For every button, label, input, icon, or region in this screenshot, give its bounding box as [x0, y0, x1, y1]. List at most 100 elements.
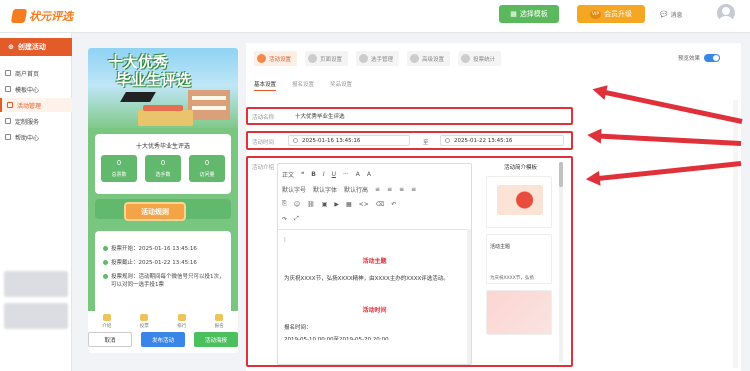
- building-graphic: [188, 90, 230, 120]
- step-tabs: 活动设置 页面设置 选手管理 高级设置 投票统计: [254, 51, 502, 66]
- activity-name-input[interactable]: 十大优秀毕业生评选: [291, 110, 566, 121]
- video-icon[interactable]: ▶: [334, 201, 339, 208]
- text-cursor: |: [284, 237, 286, 243]
- bullet-list-icon[interactable]: ≡: [375, 186, 380, 193]
- more-icon[interactable]: ···: [343, 171, 349, 178]
- code-icon[interactable]: <>: [359, 201, 369, 208]
- end-time-input[interactable]: 2025-01-22 13:45:16: [440, 135, 564, 146]
- align-icon[interactable]: ≡: [411, 186, 416, 193]
- template-card[interactable]: 活动主题 为庆祝XXXX节，弘扬: [486, 234, 552, 284]
- image-icon[interactable]: ▣: [322, 201, 328, 208]
- template-card[interactable]: [486, 176, 552, 228]
- logo[interactable]: 状元评选: [10, 8, 73, 24]
- template-panel-title: 活动简介模板: [503, 165, 537, 171]
- vip-upgrade-label: 会员升级: [604, 10, 633, 18]
- rule-end: 投票截止：2025-01-22 13:45:16: [103, 259, 228, 267]
- template-thumbnail: [497, 185, 543, 215]
- publish-button[interactable]: 发布活动: [141, 332, 185, 347]
- emoji-icon[interactable]: ☺: [294, 201, 300, 208]
- template-card[interactable]: [486, 290, 552, 335]
- nav-label: 投票: [139, 324, 149, 329]
- sidebar-item-custom[interactable]: 定制服务: [0, 114, 72, 128]
- editor-content[interactable]: | 活动主题 为庆祝XXXX节，弘扬XXXX精神，由XXXX主办的XXXX评选活…: [278, 229, 471, 364]
- sidebar-item-templates[interactable]: 模板中心: [0, 82, 72, 96]
- logo-text: 状元评选: [29, 10, 73, 23]
- vip-upgrade-button[interactable]: VIP 会员升级: [577, 5, 645, 23]
- font-color-icon[interactable]: A: [356, 171, 360, 178]
- messages-link[interactable]: 💬 消息: [660, 10, 683, 19]
- preview-effect: 预览效果: [678, 54, 721, 62]
- todo-list-icon[interactable]: ≡: [399, 186, 404, 193]
- template-scrollbar[interactable]: [559, 162, 563, 362]
- bg-color-icon[interactable]: A: [367, 171, 371, 178]
- font-size-select[interactable]: 默认字号: [282, 185, 306, 194]
- tab-contestants[interactable]: 选手管理: [356, 51, 400, 66]
- editor-scrollbar[interactable]: [467, 229, 471, 364]
- clear-format-icon[interactable]: ⌫: [376, 201, 384, 208]
- tab-label: 活动设置: [269, 56, 292, 63]
- choose-template-button[interactable]: ▦ 选择模板: [499, 5, 559, 23]
- avatar[interactable]: [717, 4, 735, 22]
- nav-label: 排行: [177, 324, 187, 329]
- stat-label: 访问量: [199, 172, 215, 178]
- subtab-basic[interactable]: 基本设置: [254, 80, 277, 91]
- dot-icon: [103, 246, 108, 251]
- underline-icon[interactable]: U: [332, 171, 336, 178]
- intro-icon: [102, 314, 111, 321]
- number-list-icon[interactable]: ≡: [387, 186, 392, 193]
- sidebar-item-help[interactable]: 帮助中心: [0, 130, 72, 144]
- poster-button[interactable]: 活动海报: [194, 332, 238, 347]
- mobile-preview: 十大优秀 毕业生评选 十大优秀毕业生评选 0 总票数 0 选手数 0 访问量 活…: [88, 48, 238, 353]
- stat-visits: 0 访问量: [189, 155, 225, 182]
- table-icon[interactable]: ▦: [346, 201, 352, 208]
- sidebar-item-label: 商户首页: [15, 70, 40, 78]
- create-activity-button[interactable]: ⊕ 创建活动: [0, 38, 72, 56]
- sidebar-item-activities[interactable]: 活动管理: [0, 98, 72, 112]
- italic-icon[interactable]: I: [323, 171, 325, 178]
- nav-intro[interactable]: 介绍: [102, 311, 111, 333]
- line-height-select[interactable]: 默认行高: [344, 185, 368, 194]
- tab-statistics[interactable]: 投票统计: [458, 51, 502, 66]
- activity-icon: [7, 102, 13, 108]
- link-icon[interactable]: ⛓: [307, 201, 315, 208]
- tab-activity-settings[interactable]: 活动设置: [254, 51, 298, 66]
- tab-page-settings[interactable]: 页面设置: [305, 51, 349, 66]
- indent-icon[interactable]: ⎘: [282, 200, 287, 208]
- sidebar-item-home[interactable]: 商户首页: [0, 66, 72, 80]
- toolbar-row-3: ⎘ ☺ ⛓ ▣ ▶ ▦ <> ⌫ ↶: [282, 200, 396, 208]
- vote-icon: [140, 314, 149, 321]
- section-title: 活动主题: [362, 258, 387, 265]
- subtab-prize[interactable]: 奖品设置: [330, 80, 352, 91]
- cancel-button[interactable]: 取消: [88, 332, 132, 347]
- messages-label: 消息: [670, 12, 683, 19]
- nav-rank[interactable]: 排行: [177, 311, 186, 333]
- nav-vote[interactable]: 投票: [140, 311, 149, 333]
- quote-icon[interactable]: ❝: [301, 171, 304, 178]
- chart-icon: [461, 54, 471, 63]
- name-label: 活动名称: [252, 115, 275, 121]
- redo-icon[interactable]: ↷: [282, 216, 287, 223]
- bold-icon[interactable]: B: [311, 171, 316, 178]
- tab-label: 选手管理: [371, 56, 394, 63]
- blurred-ad: [4, 303, 68, 329]
- paragraph-select[interactable]: 正文: [282, 170, 294, 179]
- start-time-input[interactable]: 2025-01-16 13:45:16: [288, 135, 410, 146]
- section-title: 活动时间: [362, 307, 387, 314]
- preview-toggle[interactable]: [704, 54, 721, 62]
- grid-icon: ▦: [510, 10, 517, 18]
- nav-signup[interactable]: 报名: [215, 311, 224, 333]
- template-card-text: 活动主题: [490, 244, 511, 250]
- font-family-select[interactable]: 默认字体: [313, 185, 337, 194]
- subtab-signup[interactable]: 报名设置: [292, 80, 314, 91]
- tab-advanced[interactable]: 高级设置: [407, 51, 451, 66]
- dot-icon: [103, 274, 108, 279]
- plus-icon: ⊕: [8, 43, 14, 51]
- settings-panel: 活动设置 页面设置 选手管理 高级设置 投票统计 预览效果 基本设置 报名设置 …: [246, 43, 741, 371]
- page-icon: [308, 54, 318, 63]
- fullscreen-icon[interactable]: ⤢: [294, 215, 299, 223]
- stat-label: 选手数: [155, 172, 171, 178]
- rule-text: 投票截止：2025-01-22 13:45:16: [111, 260, 197, 266]
- books-graphic: [138, 105, 193, 126]
- undo-icon[interactable]: ↶: [391, 201, 396, 208]
- signup-icon: [215, 314, 224, 321]
